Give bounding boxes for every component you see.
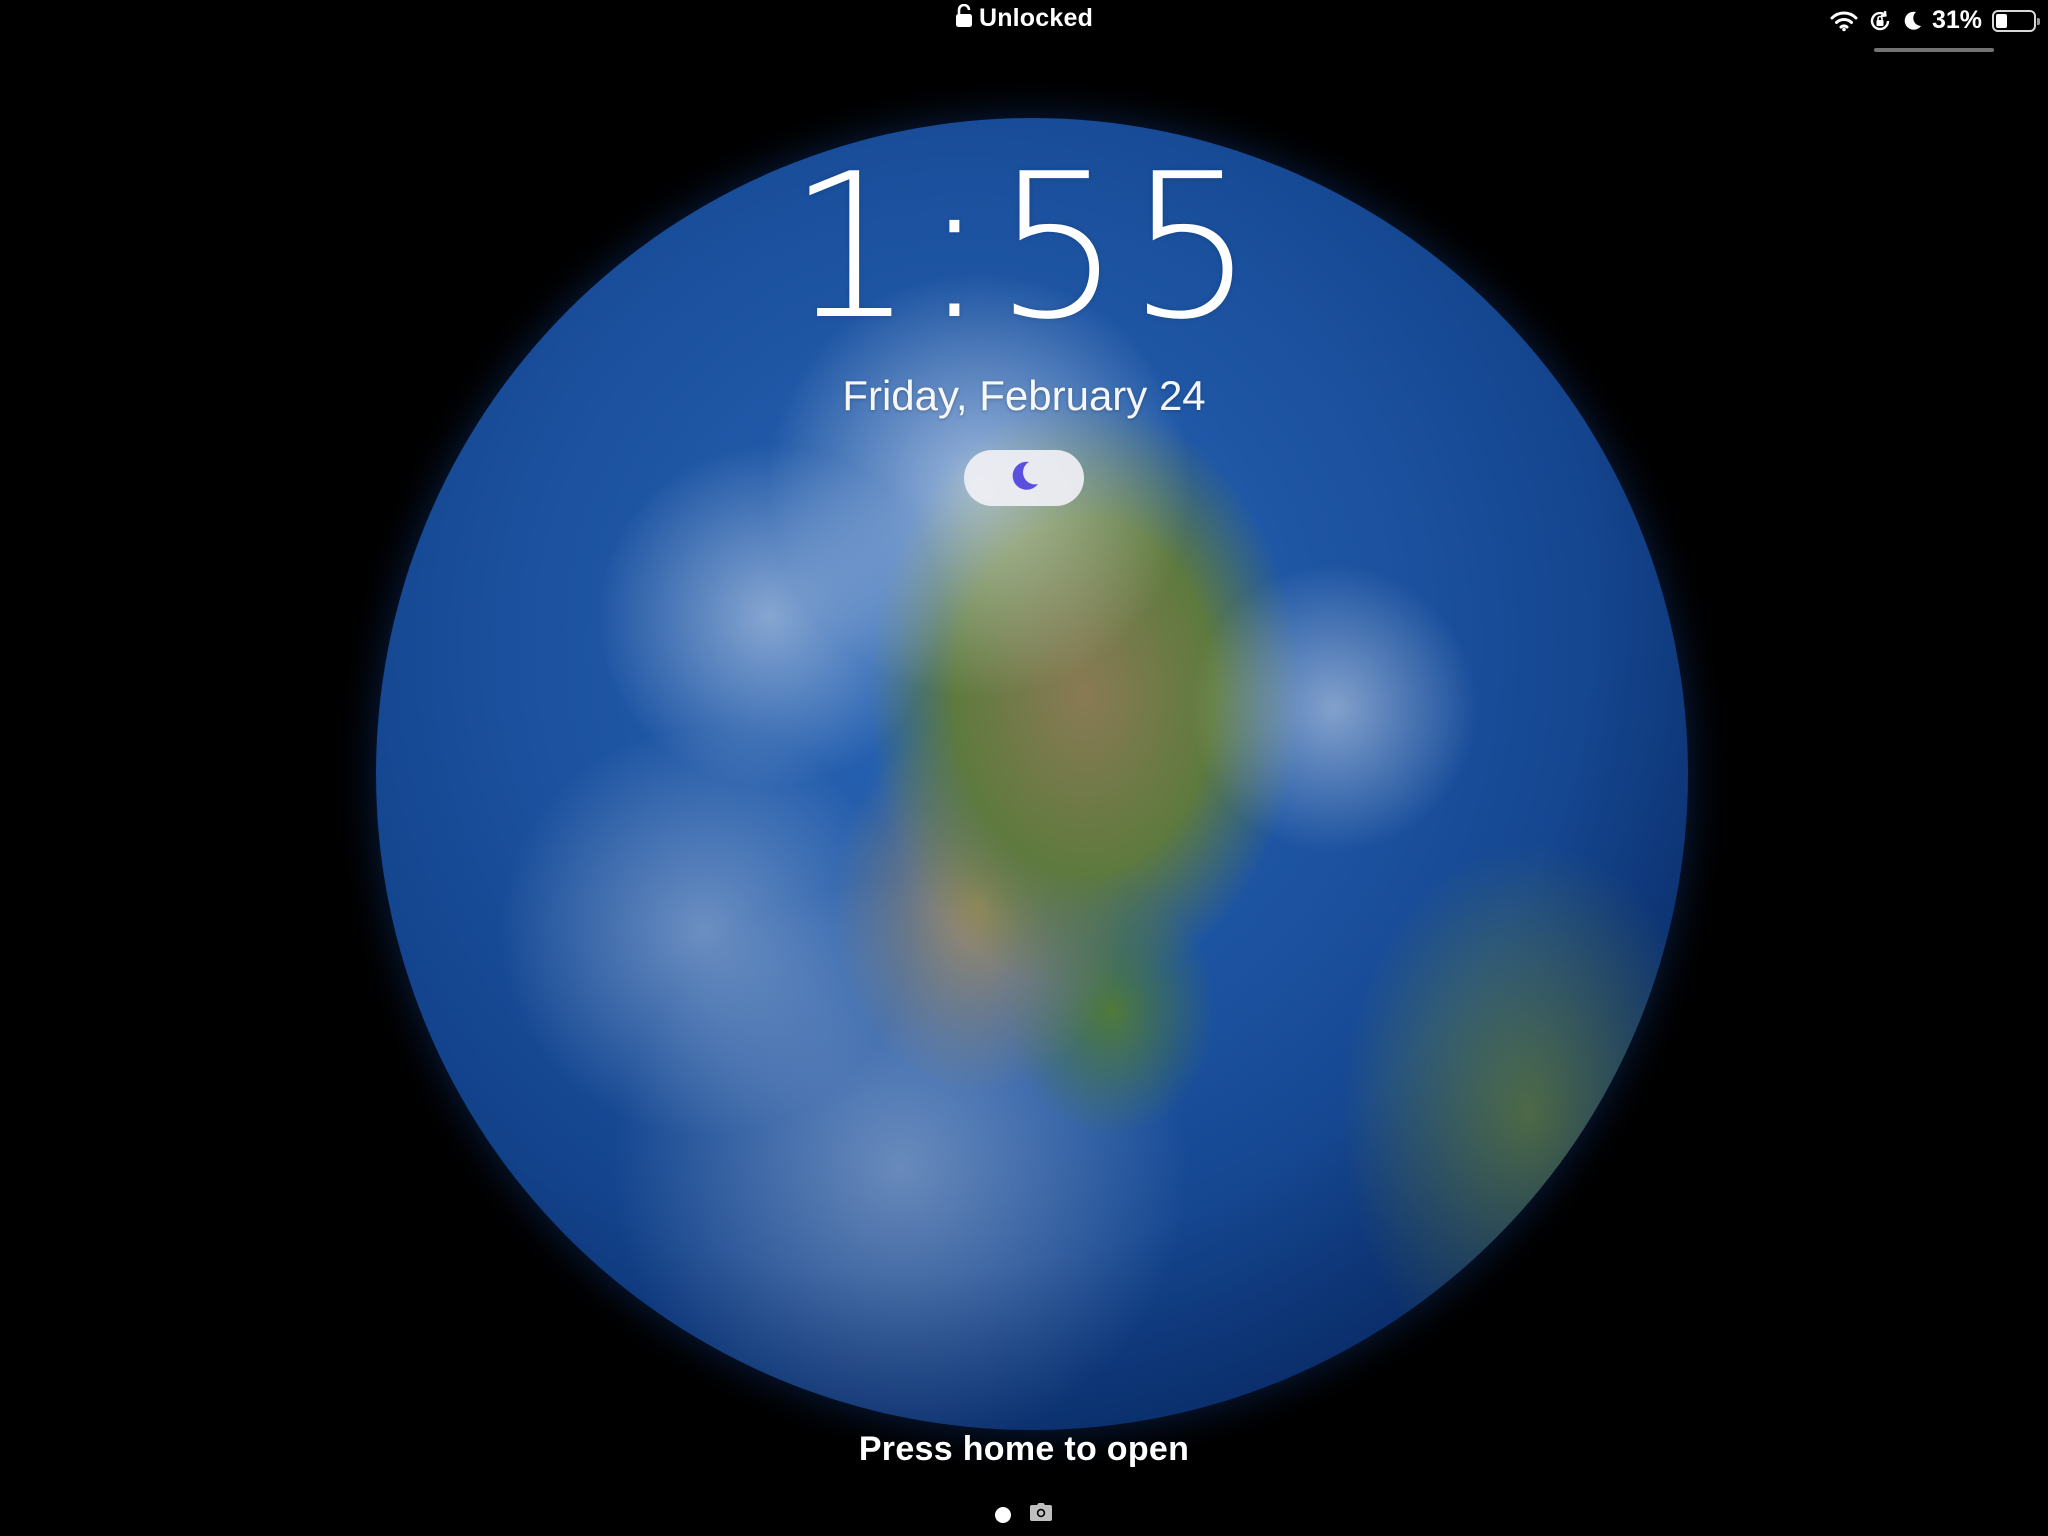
camera-icon[interactable] xyxy=(1029,1502,1053,1527)
lock-date: Friday, February 24 xyxy=(842,372,1206,419)
moon-icon xyxy=(1902,10,1922,32)
moon-icon xyxy=(1007,459,1041,498)
lock-status: Unlocked xyxy=(0,3,2048,35)
orientation-lock-icon xyxy=(1868,9,1892,33)
battery-percent: 31% xyxy=(1931,6,1982,34)
focus-mode-button[interactable] xyxy=(964,450,1084,506)
control-center-grabber[interactable] xyxy=(1874,48,1994,52)
page-dot[interactable] xyxy=(995,1506,1011,1523)
lock-screen: Unlocked 31% 1:55 Friday, February 24 Pr… xyxy=(0,0,2048,1536)
unlock-hint: Press home to open xyxy=(858,1430,1190,1468)
lock-clock: 1:55 xyxy=(787,131,1261,364)
battery-fill xyxy=(1996,13,2007,28)
wifi-icon xyxy=(1830,10,1858,32)
battery-icon xyxy=(1992,9,2040,32)
lock-open-icon xyxy=(955,3,973,35)
lock-status-label: Unlocked xyxy=(978,4,1094,32)
page-indicator xyxy=(0,1502,2048,1527)
status-bar-right: 31% xyxy=(1830,6,2040,35)
